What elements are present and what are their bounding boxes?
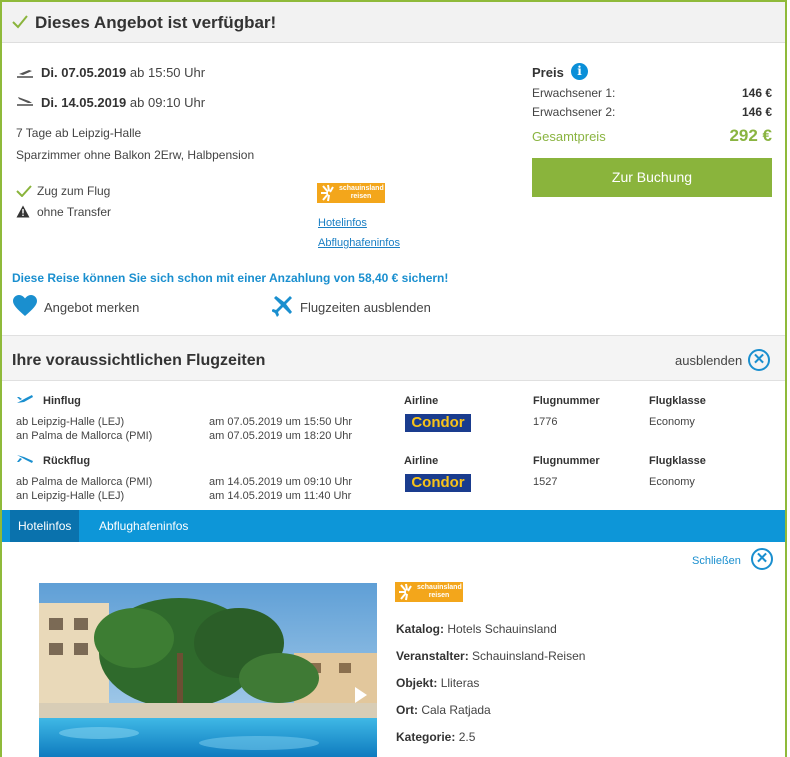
hide-flight-times-button[interactable]: Flugzeiten ausblenden	[300, 300, 431, 315]
close-circle-icon[interactable]: ✕	[748, 349, 770, 371]
airline-header: Airline	[404, 395, 439, 407]
abflughafeninfos-link[interactable]: Abflughafeninfos	[318, 237, 400, 249]
close-circle-icon[interactable]: ✕	[751, 548, 773, 570]
hotel-veranstalter: Veranstalter: Schauinsland-Reisen	[396, 649, 586, 663]
price-adult-2: Erwachsener 2: 146 €	[532, 105, 772, 119]
hotel-ort: Ort: Cala Ratjada	[396, 703, 491, 717]
hotel-objekt: Objekt: Lliteras	[396, 676, 480, 690]
departure-airport: ab Palma de Mallorca (PMI)	[16, 476, 153, 488]
arrival-airport: an Palma de Mallorca (PMI)	[16, 430, 153, 442]
arrival-airport: an Leipzig-Halle (LEJ)	[16, 490, 125, 502]
leg-label: Hinflug	[43, 395, 81, 407]
hotel-katalog: Katalog: Hotels Schauinsland	[396, 622, 557, 636]
flight-class: Economy	[649, 416, 695, 428]
checkmark-icon	[16, 185, 32, 197]
hotel-photo-graphic	[39, 583, 377, 757]
inbound-date-row: Di. 14.05.2019 ab 09:10 Uhr	[41, 95, 205, 110]
deposit-note: Diese Reise können Sie sich schon mit ei…	[12, 271, 449, 285]
price-label: Preis	[532, 65, 564, 80]
outbound-date: Di. 07.05.2019	[41, 65, 127, 80]
total-price: Gesamtpreis 292 €	[532, 126, 772, 145]
sun-icon	[321, 184, 334, 202]
hotel-kategorie: Kategorie: 2.5	[396, 730, 476, 744]
availability-title: Dieses Angebot ist verfügbar!	[35, 13, 277, 32]
hide-flights-label[interactable]: ausblenden	[675, 353, 742, 368]
airline-logo: Condor	[405, 414, 471, 432]
heart-icon[interactable]	[13, 295, 37, 317]
schauinsland-logo: schauinsland reisen	[395, 582, 463, 602]
leg-label: Rückflug	[43, 455, 91, 467]
price-adult-1: Erwachsener 1: 146 €	[532, 86, 772, 100]
flight-number: 1527	[533, 476, 558, 488]
arrival-time: am 07.05.2019 um 18:20 Uhr	[209, 430, 353, 442]
flight-class: Economy	[649, 476, 695, 488]
outbound-time: ab 15:50 Uhr	[129, 65, 206, 80]
sun-icon	[399, 583, 412, 601]
book-button[interactable]: Zur Buchung	[532, 158, 772, 197]
flight-class-header: Flugklasse	[649, 455, 706, 467]
inbound-time: ab 09:10 Uhr	[129, 95, 206, 110]
flight-number-header: Flugnummer	[533, 395, 600, 407]
flight-number-header: Flugnummer	[533, 455, 600, 467]
airline-logo: Condor	[405, 474, 471, 492]
info-tab-bar: Hotelinfos Abflughafeninfos	[2, 510, 785, 542]
flight-times-header: Ihre voraussichtlichen Flugzeiten ausble…	[2, 335, 785, 381]
takeoff-icon	[17, 395, 33, 403]
outbound-date-row: Di. 07.05.2019 ab 15:50 Uhr	[41, 65, 205, 80]
landing-icon	[17, 97, 33, 106]
flight-number: 1776	[533, 416, 558, 428]
landing-icon	[17, 455, 33, 463]
info-icon[interactable]: i	[571, 63, 588, 80]
schauinsland-logo: schauinsland reisen	[317, 183, 385, 203]
airline-header: Airline	[404, 455, 439, 467]
feature-train: Zug zum Flug	[37, 184, 111, 198]
flight-times-title: Ihre voraussichtlichen Flugzeiten	[12, 352, 266, 369]
offer-panel: Dieses Angebot ist verfügbar! Di. 07.05.…	[0, 0, 787, 757]
airplane-icon[interactable]	[272, 296, 294, 318]
arrival-time: am 14.05.2019 um 11:40 Uhr	[209, 490, 352, 502]
takeoff-icon	[17, 70, 33, 78]
inbound-date: Di. 14.05.2019	[41, 95, 127, 110]
logo-text: schauinsland reisen	[339, 185, 384, 200]
hotelinfos-link[interactable]: Hotelinfos	[318, 217, 367, 229]
room-description: Sparzimmer ohne Balkon 2Erw, Halbpension	[16, 148, 255, 162]
hotel-photo[interactable]	[39, 583, 377, 757]
feature-transfer: ohne Transfer	[37, 205, 112, 219]
departure-airport: ab Leipzig-Halle (LEJ)	[16, 416, 125, 428]
logo-text: schauinsland reisen	[417, 584, 462, 599]
remember-offer-button[interactable]: Angebot merken	[44, 300, 139, 315]
close-link[interactable]: Schließen	[692, 555, 741, 567]
warning-icon	[16, 205, 30, 218]
departure-time: am 14.05.2019 um 09:10 Uhr	[209, 476, 353, 488]
availability-header: Dieses Angebot ist verfügbar!	[2, 2, 785, 43]
checkmark-icon	[12, 15, 28, 29]
flight-class-header: Flugklasse	[649, 395, 706, 407]
tab-abflughafeninfos[interactable]: Abflughafeninfos	[91, 510, 196, 542]
tab-hotelinfos[interactable]: Hotelinfos	[10, 510, 80, 542]
trip-duration: 7 Tage ab Leipzig-Halle	[16, 126, 142, 140]
departure-time: am 07.05.2019 um 15:50 Uhr	[209, 416, 353, 428]
